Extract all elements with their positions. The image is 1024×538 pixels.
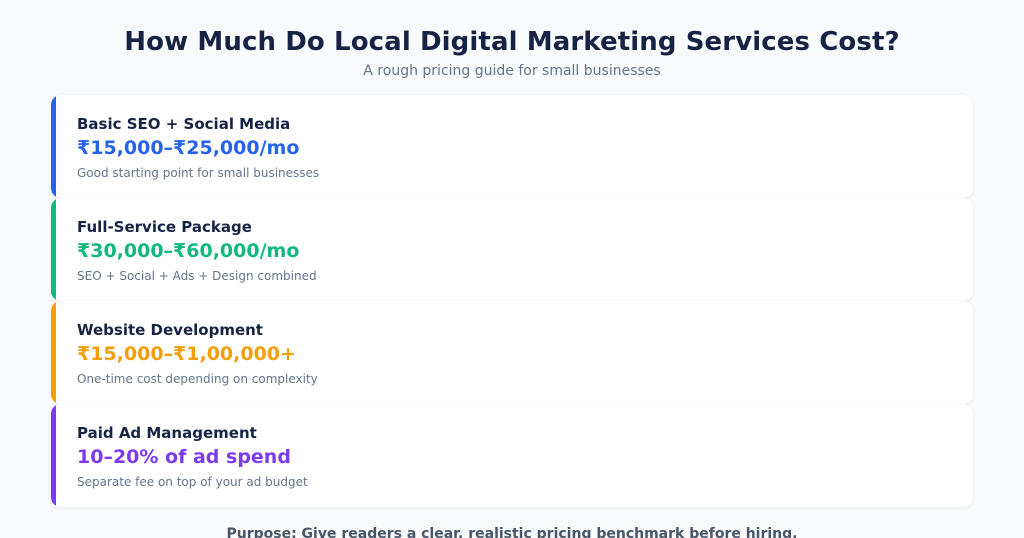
page-title: How Much Do Local Digital Marketing Serv… bbox=[124, 27, 900, 57]
card-accent-bar bbox=[51, 301, 56, 404]
card-price: ₹30,000–₹60,000/mo bbox=[77, 240, 300, 262]
card-name: Full-Service Package bbox=[77, 218, 252, 236]
card-description: SEO + Social + Ads + Design combined bbox=[77, 269, 317, 283]
pricing-guide-page: How Much Do Local Digital Marketing Serv… bbox=[0, 0, 1024, 538]
card-price: ₹15,000–₹1,00,000+ bbox=[77, 343, 296, 365]
purpose-footer-note: Purpose: Give readers a clear, realistic… bbox=[226, 526, 798, 538]
card-description: One-time cost depending on complexity bbox=[77, 372, 318, 386]
pricing-card-website-development: Website Development ₹15,000–₹1,00,000+ O… bbox=[51, 301, 973, 404]
pricing-card-basic-seo: Basic SEO + Social Media ₹15,000–₹25,000… bbox=[51, 95, 973, 198]
card-name: Basic SEO + Social Media bbox=[77, 115, 291, 133]
page-subtitle: A rough pricing guide for small business… bbox=[363, 63, 661, 79]
card-name: Paid Ad Management bbox=[77, 424, 257, 442]
card-description: Good starting point for small businesses bbox=[77, 166, 320, 180]
pricing-card-full-service: Full-Service Package ₹30,000–₹60,000/mo … bbox=[51, 198, 973, 301]
card-description: Separate fee on top of your ad budget bbox=[77, 475, 308, 489]
card-accent-bar bbox=[51, 198, 56, 301]
card-name: Website Development bbox=[77, 321, 263, 339]
pricing-card-list: Basic SEO + Social Media ₹15,000–₹25,000… bbox=[51, 95, 973, 507]
card-accent-bar bbox=[51, 95, 56, 198]
pricing-card-paid-ads: Paid Ad Management 10–20% of ad spend Se… bbox=[51, 404, 973, 507]
card-price: 10–20% of ad spend bbox=[77, 446, 291, 468]
card-accent-bar bbox=[51, 404, 56, 507]
card-price: ₹15,000–₹25,000/mo bbox=[77, 137, 300, 159]
